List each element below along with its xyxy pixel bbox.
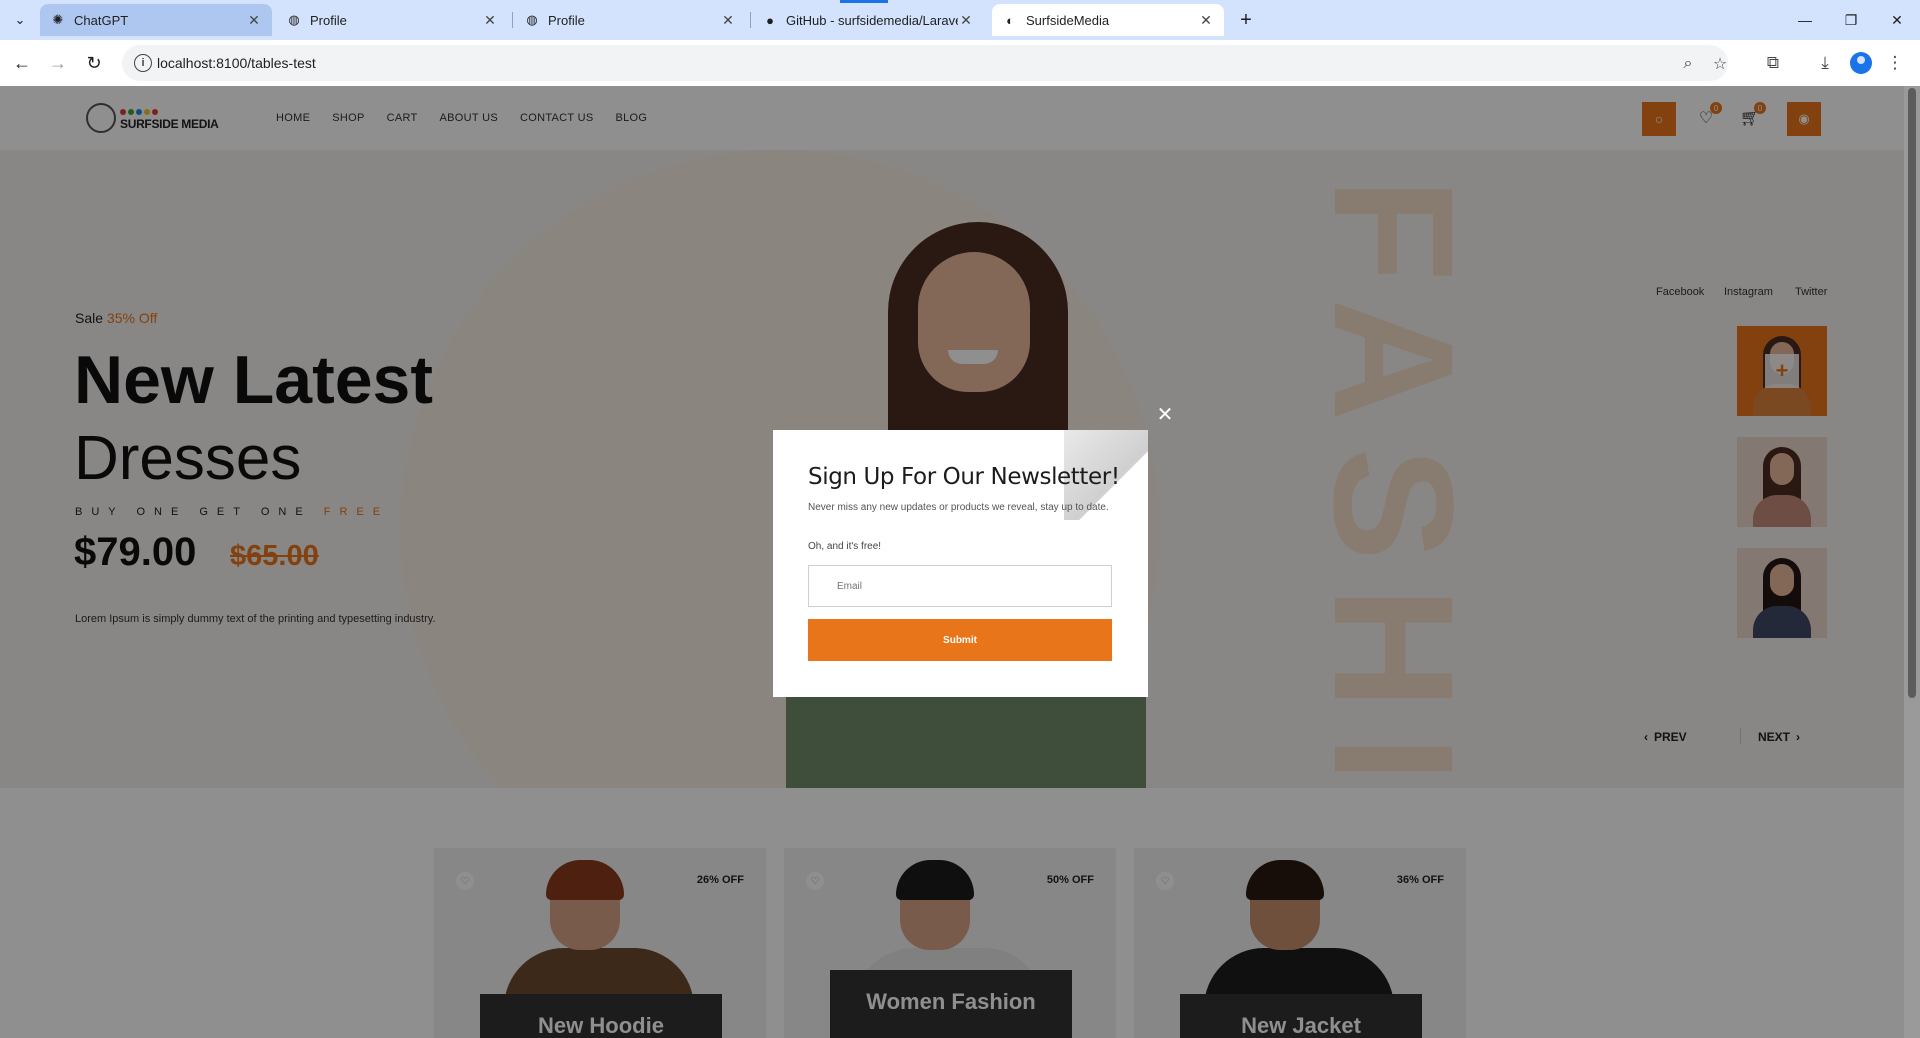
newsletter-free-note: Oh, and it's free! [808,541,882,552]
modal-close-icon[interactable]: ✕ [1155,404,1175,426]
tab-search-icon[interactable]: ⌄ [8,8,32,32]
site-info-icon[interactable]: i [134,54,152,72]
page-scrollbar[interactable] [1904,86,1920,1038]
scrollbar-thumb[interactable] [1908,88,1916,698]
newsletter-title: Sign Up For Our Newsletter! [808,464,1120,490]
browser-tab-strip: ⌄ ✺ ChatGPT ✕ ◍ Profile ✕ ◍ Profile ✕ ● … [0,0,1920,40]
address-bar[interactable]: i localhost:8100/tables-test ⌕ ☆ [122,45,1728,81]
tab-title: Profile [548,12,585,28]
close-tab-icon[interactable]: ✕ [720,12,736,28]
forward-icon[interactable]: → [44,49,72,77]
close-tab-icon[interactable]: ✕ [482,12,498,28]
tab-surfsidemedia[interactable]: ◐ SurfsideMedia ✕ [992,4,1224,36]
close-window-icon[interactable]: ✕ [1874,0,1920,40]
tab-title: ChatGPT [74,12,129,28]
tab-separator [750,12,751,28]
tab-separator [512,12,513,28]
site-favicon-icon: ◐ [1006,12,1014,28]
back-icon[interactable]: ← [8,49,36,77]
tab-title: SurfsideMedia [1026,12,1110,28]
tab-title: GitHub - surfsidemedia/Laravel [786,12,958,28]
profile-avatar[interactable] [1850,52,1872,74]
newsletter-description: Never miss any new updates or products w… [808,502,1109,513]
tab-github[interactable]: ● GitHub - surfsidemedia/Laravel ✕ [752,4,984,36]
url-text[interactable]: localhost:8100/tables-test [157,45,316,81]
tab-profile-1[interactable]: ◍ Profile ✕ [276,4,508,36]
tab-chatgpt[interactable]: ✺ ChatGPT ✕ [40,4,272,36]
chatgpt-favicon-icon: ✺ [52,12,64,27]
tab-profile-2[interactable]: ◍ Profile ✕ [514,4,746,36]
newsletter-modal: Sign Up For Our Newsletter! Never miss a… [773,430,1148,697]
download-icon[interactable]: ⤓ [1814,52,1836,74]
tab-title: Profile [310,12,347,28]
zoom-icon[interactable]: ⌕ [1678,54,1698,74]
globe-favicon-icon: ◍ [526,12,538,27]
tab-loading-indicator [840,0,888,3]
close-tab-icon[interactable]: ✕ [246,12,262,28]
minimize-icon[interactable]: — [1782,0,1828,40]
restore-icon[interactable]: ❐ [1828,0,1874,40]
email-field[interactable] [808,565,1112,607]
bookmark-star-icon[interactable]: ☆ [1710,54,1730,74]
globe-favicon-icon: ◍ [288,12,300,27]
close-tab-icon[interactable]: ✕ [958,12,974,28]
page-viewport: SURFSIDE MEDIA HOME SHOP CART ABOUT US C… [0,86,1920,1038]
new-tab-icon[interactable]: + [1234,8,1258,32]
browser-toolbar: ← → ↻ i localhost:8100/tables-test ⌕ ☆ ⧉… [0,40,1920,86]
github-favicon-icon: ● [766,12,774,28]
submit-button[interactable]: Submit [808,619,1112,661]
reload-icon[interactable]: ↻ [80,49,108,77]
extensions-icon[interactable]: ⧉ [1762,52,1784,74]
close-tab-icon[interactable]: ✕ [1198,12,1214,28]
browser-menu-icon[interactable]: ⋮ [1884,52,1906,74]
